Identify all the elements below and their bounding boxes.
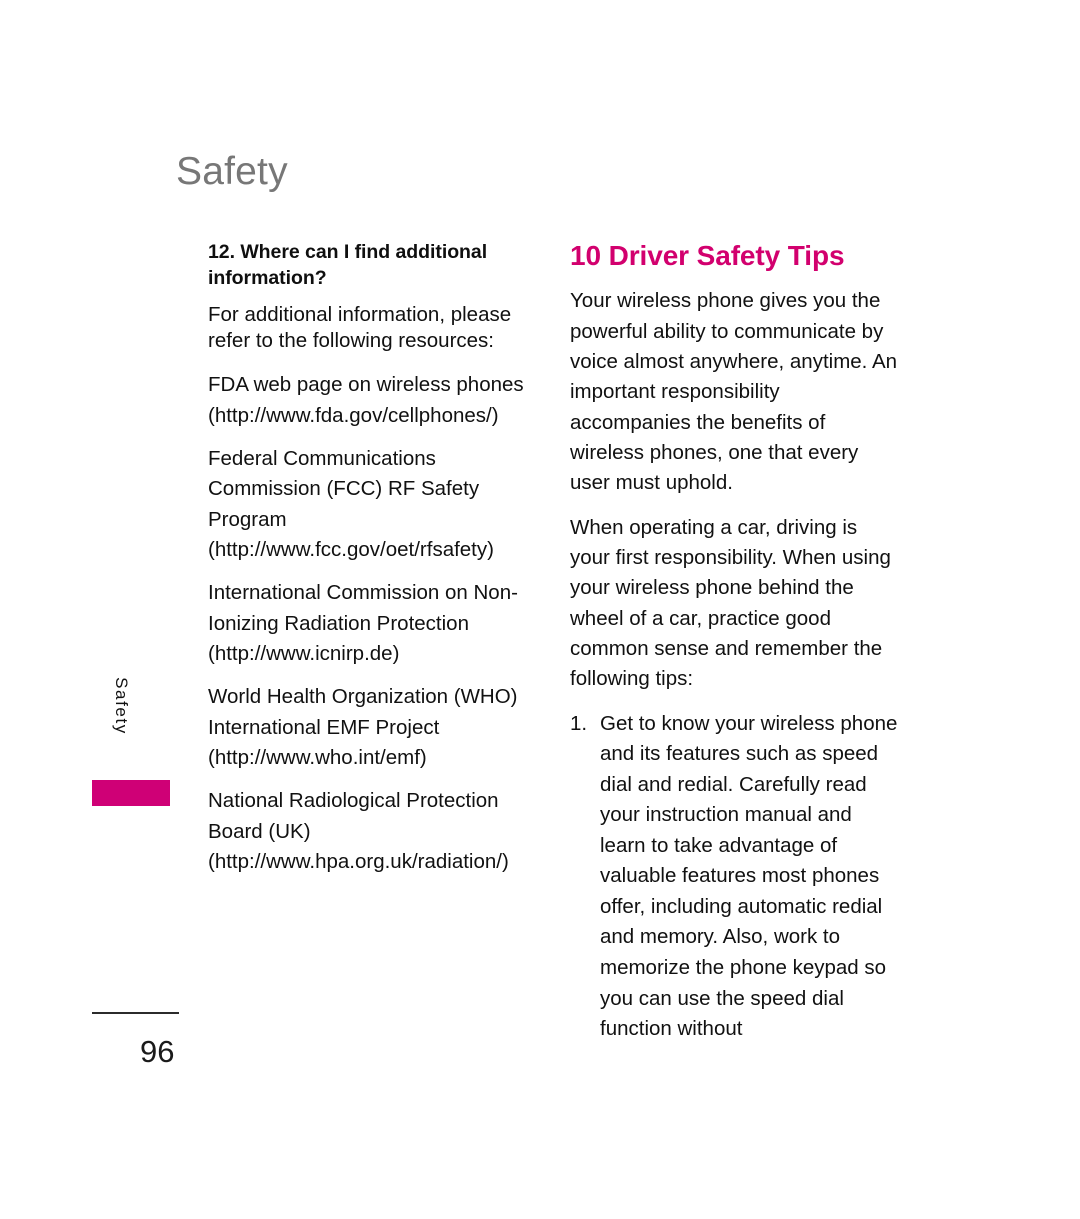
- footer-rule: [92, 1012, 179, 1014]
- left-column: 12. Where can I find additional informat…: [208, 240, 532, 877]
- body-paragraph: When operating a car, driving is your fi…: [570, 515, 891, 691]
- side-tab-label: Safety: [112, 677, 131, 735]
- tip-text: Get to know your wireless phone and its …: [600, 711, 898, 1041]
- section-heading: 10 Driver Safety Tips: [570, 240, 845, 271]
- tip-number: 1.: [570, 711, 588, 735]
- tips-list: 1. Get to know your wireless phone and i…: [570, 709, 900, 1045]
- tip-item: 1. Get to know your wireless phone and i…: [570, 709, 900, 1045]
- manual-page: Safety Safety 12. Where can I find addit…: [0, 0, 1080, 1219]
- body-paragraph: Your wireless phone gives you the powerf…: [570, 289, 898, 495]
- side-thumb-tab: Safety: [108, 677, 152, 780]
- intro-paragraph: For additional information, please refer…: [208, 303, 512, 352]
- resource-item: International Commission on Non-Ionizing…: [208, 581, 518, 665]
- running-header: Safety: [176, 150, 288, 193]
- resource-item: FDA web page on wireless phones (http://…: [208, 373, 524, 427]
- resource-item: Federal Communications Commission (FCC) …: [208, 446, 494, 561]
- page-number: 96: [140, 1034, 175, 1069]
- right-column: 10 Driver Safety Tips Your wireless phon…: [570, 240, 900, 1045]
- resource-item: National Radiological Protection Board (…: [208, 789, 509, 873]
- side-tab-color-block: [92, 780, 170, 806]
- resource-item: World Health Organization (WHO) Internat…: [208, 685, 518, 769]
- question-heading: 12. Where can I find additional informat…: [208, 241, 488, 289]
